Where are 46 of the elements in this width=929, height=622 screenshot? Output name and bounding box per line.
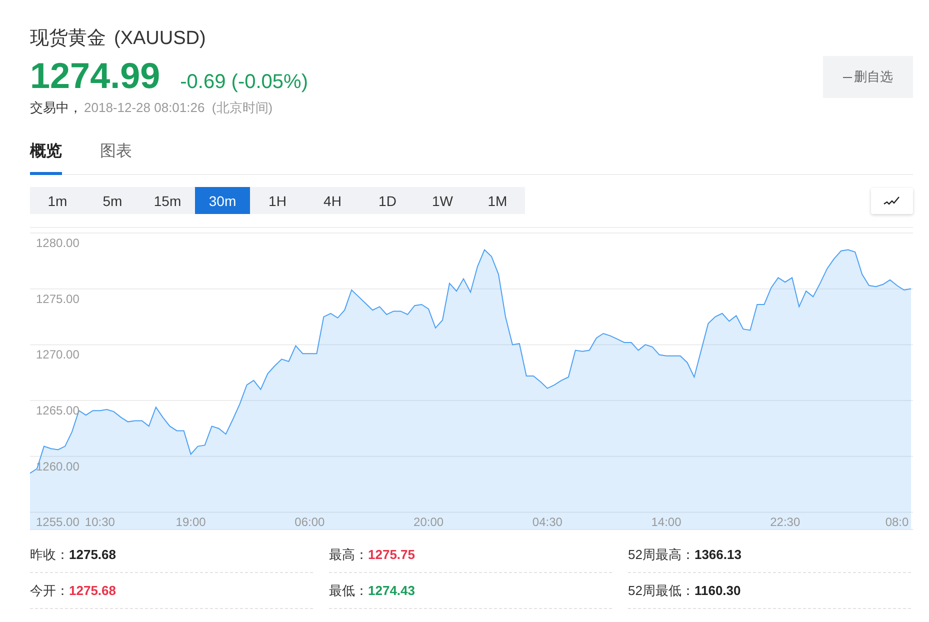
- price-value: 1274.99: [30, 56, 160, 96]
- stat-label: 52周最高：: [628, 546, 694, 564]
- x-axis-label: 22:30: [770, 515, 800, 529]
- stat-value: 1275.68: [69, 583, 116, 598]
- remove-watchlist-button[interactable]: 删自选: [823, 56, 913, 98]
- stat-label: 52周最低：: [628, 582, 694, 600]
- y-axis-label: 1280.00: [36, 236, 80, 250]
- minus-icon: [843, 76, 852, 78]
- stat-value: 1275.75: [368, 547, 415, 562]
- line-chart-icon: [883, 194, 901, 206]
- instrument-symbol: (XAUUSD): [114, 27, 206, 51]
- x-axis-label: 06:00: [294, 515, 325, 529]
- stat-label: 最低：: [329, 582, 368, 600]
- x-axis-label: 08:0: [885, 515, 909, 529]
- y-axis-label: 1275.00: [36, 292, 80, 306]
- timestamp: 2018-12-28 08:01:26 (北京时间): [84, 99, 273, 117]
- chart-type-button[interactable]: [871, 188, 913, 214]
- period-button[interactable]: 1m: [30, 187, 85, 214]
- tab[interactable]: 图表: [100, 139, 132, 175]
- period-button[interactable]: 4H: [305, 187, 360, 214]
- x-axis-label: 10:30: [84, 515, 115, 529]
- stat-label: 今开：: [30, 582, 69, 600]
- period-button[interactable]: 30m: [195, 187, 250, 214]
- price-change: -0.69 (-0.05%): [180, 71, 308, 94]
- x-axis-label: 20:00: [414, 515, 444, 529]
- stat-value: 1366.13: [694, 547, 742, 562]
- period-button[interactable]: 5m: [85, 187, 140, 214]
- y-axis-label: 1270.00: [36, 348, 80, 362]
- stat-label: 最高：: [329, 546, 368, 564]
- stat-value: 1275.68: [69, 547, 116, 562]
- x-axis-label: 04:30: [532, 515, 562, 529]
- period-button[interactable]: 1D: [360, 187, 415, 214]
- x-axis-label: 14:00: [651, 515, 682, 529]
- y-axis-label: 1265.00: [36, 404, 80, 418]
- stat-value: 1160.30: [694, 583, 741, 598]
- stat-label: 昨收：: [30, 546, 69, 564]
- x-axis-label: 19:00: [176, 515, 206, 529]
- stat-value: 1274.43: [368, 583, 415, 598]
- tab[interactable]: 概览: [30, 139, 62, 175]
- period-button[interactable]: 1H: [250, 187, 305, 214]
- instrument-name: 现货黄金: [30, 27, 106, 51]
- period-button[interactable]: 1M: [470, 187, 525, 214]
- period-button[interactable]: 15m: [140, 187, 195, 214]
- y-axis-label: 1255.00: [36, 515, 80, 530]
- period-button[interactable]: 1W: [415, 187, 470, 214]
- trading-status: 交易中，: [30, 99, 82, 117]
